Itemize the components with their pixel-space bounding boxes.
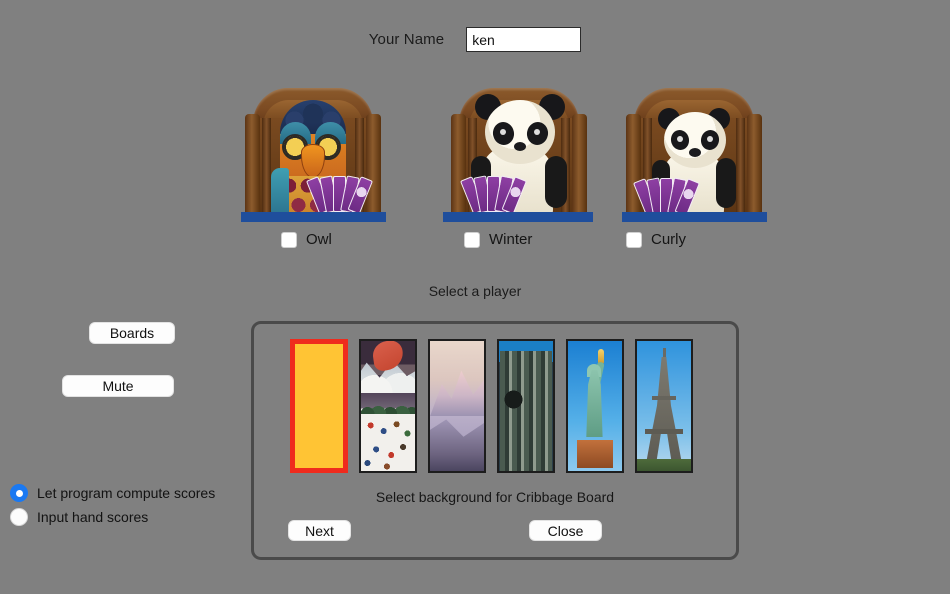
app-window: Your Name ken Owl Winter Curly Select a … <box>0 0 950 594</box>
close-button[interactable]: Close <box>529 520 602 541</box>
player-checkbox-row-owl[interactable]: Owl <box>223 231 403 248</box>
scoring-mode-group: Let program compute scores Input hand sc… <box>10 481 215 529</box>
thumbnail-cathedral-facade[interactable] <box>497 339 555 473</box>
mute-button[interactable]: Mute <box>62 375 174 397</box>
player-checkbox-curly[interactable] <box>626 231 642 248</box>
playing-cards-icon <box>305 175 374 216</box>
thumbnail-snowy-village[interactable] <box>359 339 417 473</box>
table-edge <box>241 212 386 222</box>
player-checkbox-row-winter[interactable]: Winter <box>429 231 609 248</box>
radio-compute-scores[interactable] <box>10 484 28 502</box>
radio-row-compute[interactable]: Let program compute scores <box>10 481 215 505</box>
player-label-owl: Owl <box>306 231 332 248</box>
panda-plush-icon <box>604 84 784 220</box>
player-card-curly[interactable]: Curly <box>604 84 784 259</box>
winter-figure <box>429 84 609 220</box>
player-card-winter[interactable]: Winter <box>429 84 609 259</box>
name-row: Your Name <box>0 27 950 52</box>
player-gallery: Owl Winter Curly <box>0 84 950 259</box>
radio-label-compute: Let program compute scores <box>37 485 216 501</box>
radio-row-input[interactable]: Input hand scores <box>10 505 215 529</box>
table-edge <box>622 212 767 222</box>
curly-figure <box>604 84 784 220</box>
panda-plush-icon <box>429 84 609 220</box>
owl-figure <box>223 84 403 220</box>
playing-cards-icon <box>459 175 528 216</box>
player-card-owl[interactable]: Owl <box>223 84 403 259</box>
owl-figurine-icon <box>223 84 403 220</box>
player-label-winter: Winter <box>489 231 533 248</box>
thumbnail-eiffel-tower[interactable] <box>635 339 693 473</box>
name-label: Your Name <box>368 31 445 48</box>
thumbnail-strip <box>290 339 710 473</box>
radio-input-hand-scores[interactable] <box>10 508 28 526</box>
thumbnail-plain-gold[interactable] <box>290 339 348 473</box>
thumbnail-pink-mountains[interactable] <box>428 339 486 473</box>
table-edge <box>443 212 593 222</box>
next-button[interactable]: Next <box>288 520 351 541</box>
player-checkbox-owl[interactable] <box>281 231 297 248</box>
player-checkbox-row-curly[interactable]: Curly <box>604 231 784 248</box>
boards-button[interactable]: Boards <box>89 322 175 344</box>
player-checkbox-winter[interactable] <box>464 231 480 248</box>
background-picker-dialog: Select background for Cribbage Board Nex… <box>251 321 739 560</box>
thumbnail-statue-of-liberty[interactable] <box>566 339 624 473</box>
player-label-curly: Curly <box>651 231 687 248</box>
dialog-caption: Select background for Cribbage Board <box>375 489 615 505</box>
select-player-prompt: Select a player <box>428 283 522 299</box>
radio-label-input: Input hand scores <box>37 509 149 525</box>
name-input[interactable] <box>466 27 582 52</box>
